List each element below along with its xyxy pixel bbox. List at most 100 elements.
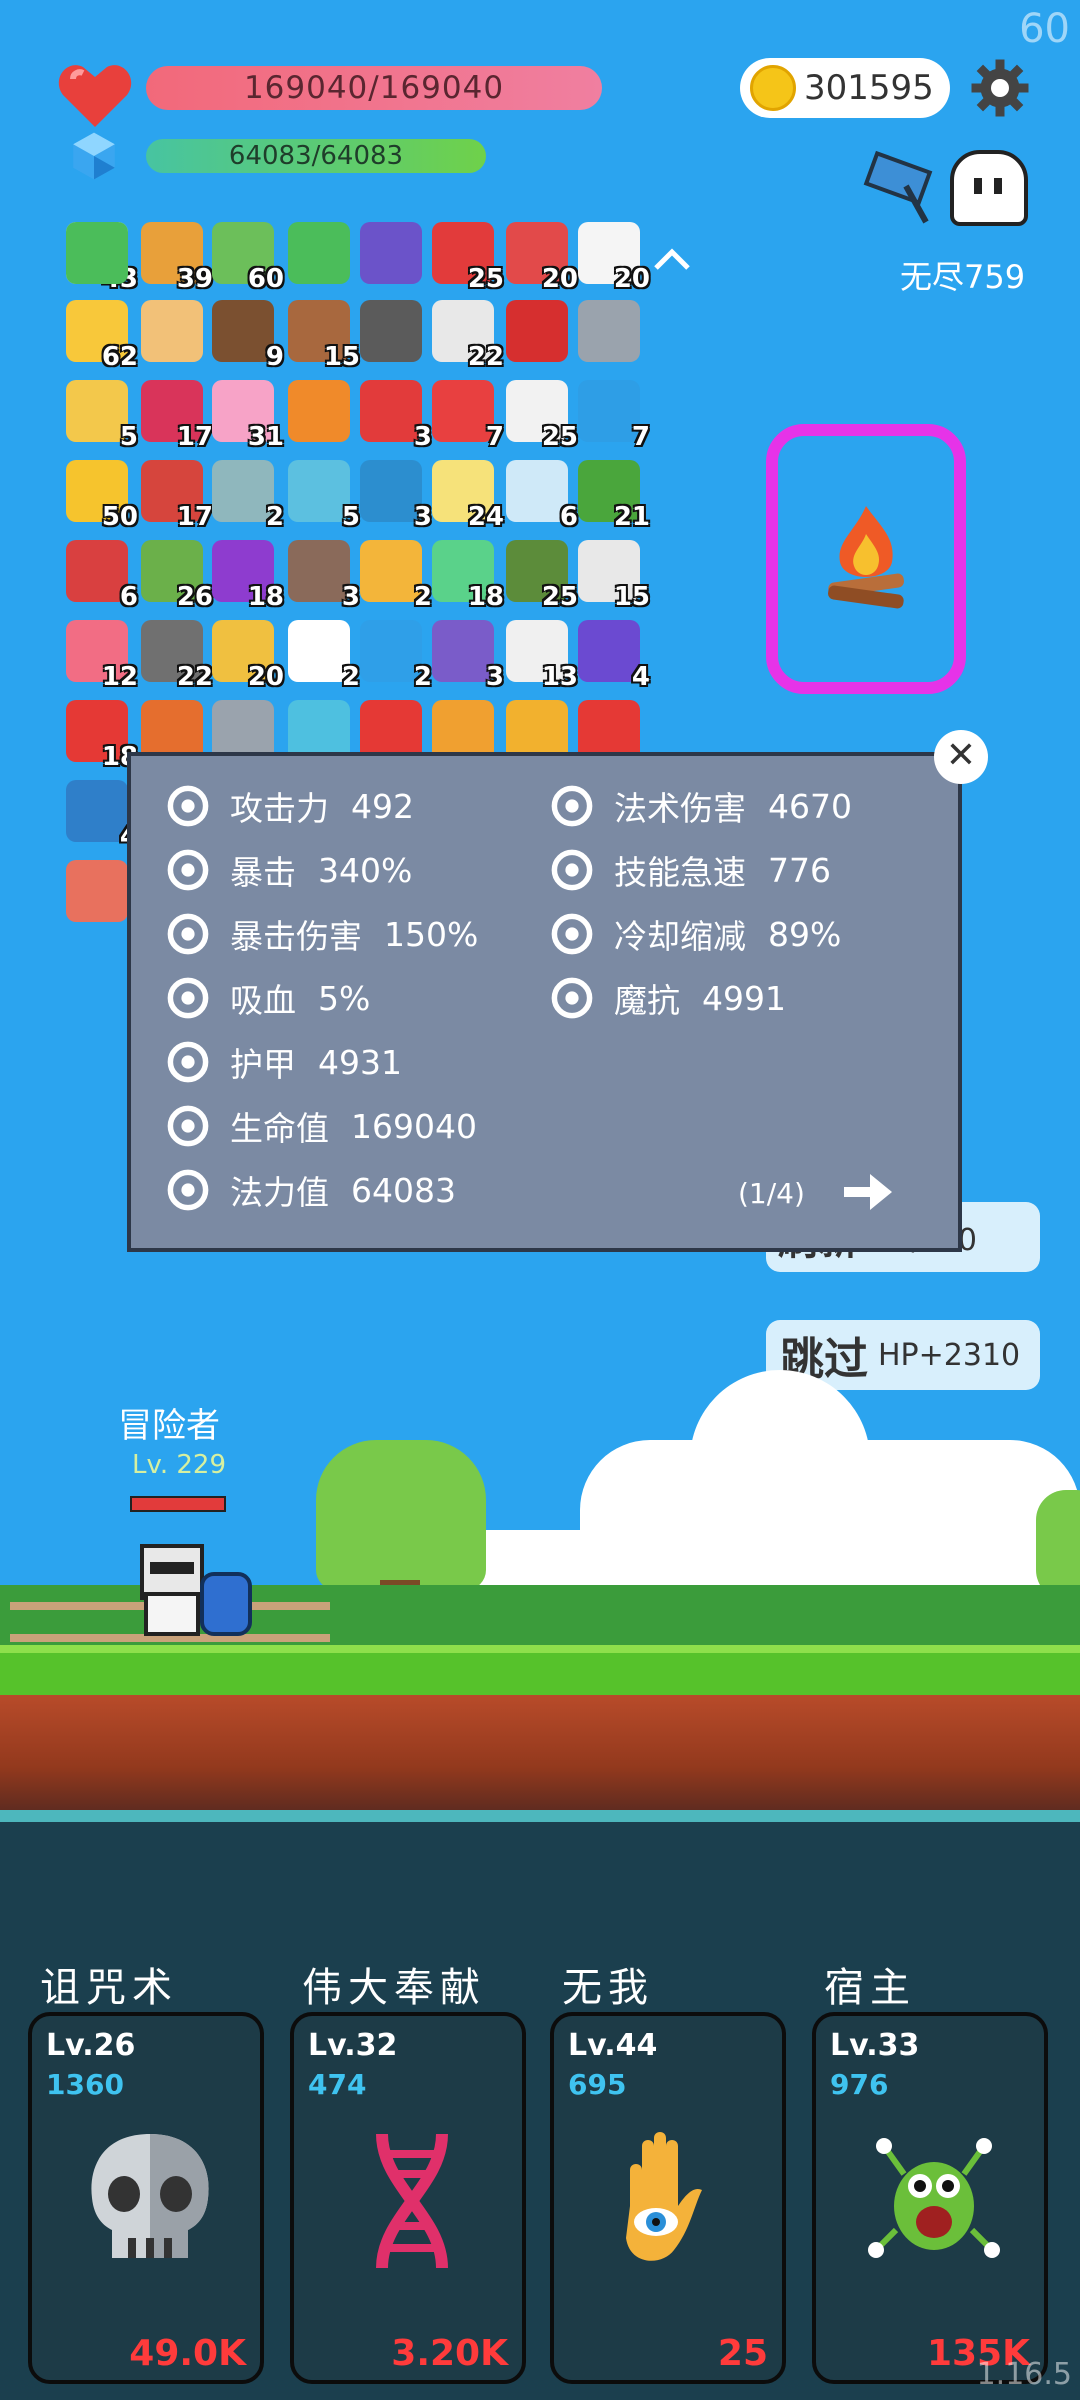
- item-count: 2: [341, 662, 360, 692]
- inventory-item[interactable]: 4: [66, 780, 138, 852]
- skill-upgrade-cost: 49.0K: [129, 2333, 246, 2374]
- ghost-icon[interactable]: [950, 150, 1028, 226]
- skill-card[interactable]: Lv.44 695 25: [550, 2012, 786, 2384]
- inventory-item[interactable]: 20: [578, 222, 650, 294]
- stat-label: 生命值: [230, 1109, 329, 1148]
- inventory-item[interactable]: 3: [432, 620, 504, 692]
- inventory-item[interactable]: 62: [66, 300, 138, 372]
- inventory-item[interactable]: [578, 300, 640, 362]
- inventory-item[interactable]: [288, 380, 350, 442]
- inventory-item[interactable]: 25: [506, 540, 578, 612]
- inventory-item[interactable]: 17: [141, 460, 213, 532]
- inventory-item[interactable]: [360, 300, 422, 362]
- inventory-item[interactable]: 4: [578, 620, 650, 692]
- collapse-caret-icon[interactable]: [652, 240, 692, 280]
- inventory-item[interactable]: 25: [506, 380, 578, 452]
- inventory-item[interactable]: 6: [66, 540, 138, 612]
- skill-value: 1360: [46, 2068, 124, 2101]
- item-count: 22: [176, 662, 213, 692]
- stat-row: 技能急速 776: [548, 846, 831, 894]
- item-count: 50: [101, 502, 138, 532]
- heart-icon: [58, 65, 132, 127]
- stat-label: 暴击: [230, 853, 296, 892]
- inventory-item[interactable]: [506, 300, 568, 362]
- boss-flag-icon[interactable]: [862, 146, 942, 226]
- inventory-item[interactable]: [288, 222, 350, 284]
- item-count: 25: [467, 264, 504, 294]
- inventory-item[interactable]: 31: [212, 380, 284, 452]
- magic-shield-icon: [548, 974, 596, 1022]
- inventory-item[interactable]: 22: [141, 620, 213, 692]
- inventory-item[interactable]: 18: [212, 540, 284, 612]
- stat-row: 攻击力 492: [164, 782, 414, 830]
- inventory-item[interactable]: 20: [212, 620, 284, 692]
- inventory-item[interactable]: 20: [506, 222, 578, 294]
- hand-eye-icon: [602, 2126, 742, 2276]
- skill-title: 无我: [562, 1965, 654, 2011]
- inventory-item[interactable]: 39: [141, 222, 213, 294]
- close-icon[interactable]: ✕: [934, 730, 988, 784]
- item-count: 3: [413, 502, 432, 532]
- inventory-item[interactable]: 6: [506, 460, 578, 532]
- inventory-item[interactable]: 3: [288, 540, 360, 612]
- inventory-item[interactable]: 2: [360, 540, 432, 612]
- item-count: 15: [323, 342, 360, 372]
- inventory-item[interactable]: 50: [66, 460, 138, 532]
- item-count: 7: [631, 422, 650, 452]
- tree: [316, 1440, 486, 1590]
- inventory-item[interactable]: 13: [506, 620, 578, 692]
- stat-row: 吸血 5%: [164, 974, 370, 1022]
- inventory-item[interactable]: 25: [432, 222, 504, 294]
- skill-card[interactable]: Lv.32 474 3.20K: [290, 2012, 526, 2384]
- item-count: 21: [613, 502, 650, 532]
- skill-value: 976: [830, 2068, 889, 2101]
- inventory-item[interactable]: [360, 222, 422, 284]
- inventory-item[interactable]: [141, 300, 203, 362]
- inventory-item[interactable]: 2: [360, 620, 432, 692]
- inventory-item[interactable]: 26: [141, 540, 213, 612]
- inventory-item[interactable]: [66, 860, 128, 922]
- skill-card[interactable]: Lv.33 976 135K: [812, 2012, 1048, 2384]
- hero-level: Lv. 229: [132, 1450, 227, 1480]
- inventory-item[interactable]: 3: [360, 460, 432, 532]
- inventory-item[interactable]: 9: [212, 300, 284, 372]
- stat-value: 340%: [318, 850, 413, 890]
- stat-label: 护甲: [230, 1045, 296, 1084]
- stat-value: 89%: [768, 914, 842, 954]
- inventory-item[interactable]: 24: [432, 460, 504, 532]
- inventory-item[interactable]: 18: [66, 700, 138, 772]
- item-count: 17: [176, 502, 213, 532]
- next-page-arrow-icon[interactable]: [840, 1168, 896, 1216]
- item-count: 20: [541, 264, 578, 294]
- hero-name: 冒险者: [118, 1406, 220, 1446]
- dna-icon: [342, 2126, 482, 2276]
- inventory-item[interactable]: 3: [360, 380, 432, 452]
- inventory-item[interactable]: 22: [432, 300, 504, 372]
- stat-label: 吸血: [230, 981, 296, 1020]
- hourglass-icon: [548, 910, 596, 958]
- inventory-item[interactable]: 18: [432, 540, 504, 612]
- inventory-item[interactable]: 2: [212, 460, 284, 532]
- campfire-tile[interactable]: [766, 424, 966, 694]
- inventory-item[interactable]: 15: [288, 300, 360, 372]
- inventory-item[interactable]: 2: [288, 620, 360, 692]
- item-count: 4: [631, 662, 650, 692]
- item-count: 12: [101, 662, 138, 692]
- inventory-item[interactable]: 17: [141, 380, 213, 452]
- inventory-item[interactable]: 60: [212, 222, 284, 294]
- settings-gear-icon[interactable]: [970, 58, 1030, 118]
- inventory-item[interactable]: 15: [578, 540, 650, 612]
- inventory-item[interactable]: 7: [578, 380, 650, 452]
- mp-bar: 64083/64083: [146, 139, 486, 173]
- inventory-item[interactable]: 21: [578, 460, 650, 532]
- inventory-item[interactable]: 12: [66, 620, 138, 692]
- inventory-item[interactable]: [66, 222, 128, 284]
- skill-card[interactable]: Lv.26 1360 49.0K: [28, 2012, 264, 2384]
- fps-counter: 60: [1019, 6, 1070, 52]
- skill-title: 诅咒术: [40, 1965, 178, 2011]
- inventory-item[interactable]: 7: [432, 380, 504, 452]
- item-count: 6: [559, 502, 578, 532]
- crit-damage-icon: [164, 910, 212, 958]
- inventory-item[interactable]: 5: [66, 380, 138, 452]
- inventory-item[interactable]: 5: [288, 460, 360, 532]
